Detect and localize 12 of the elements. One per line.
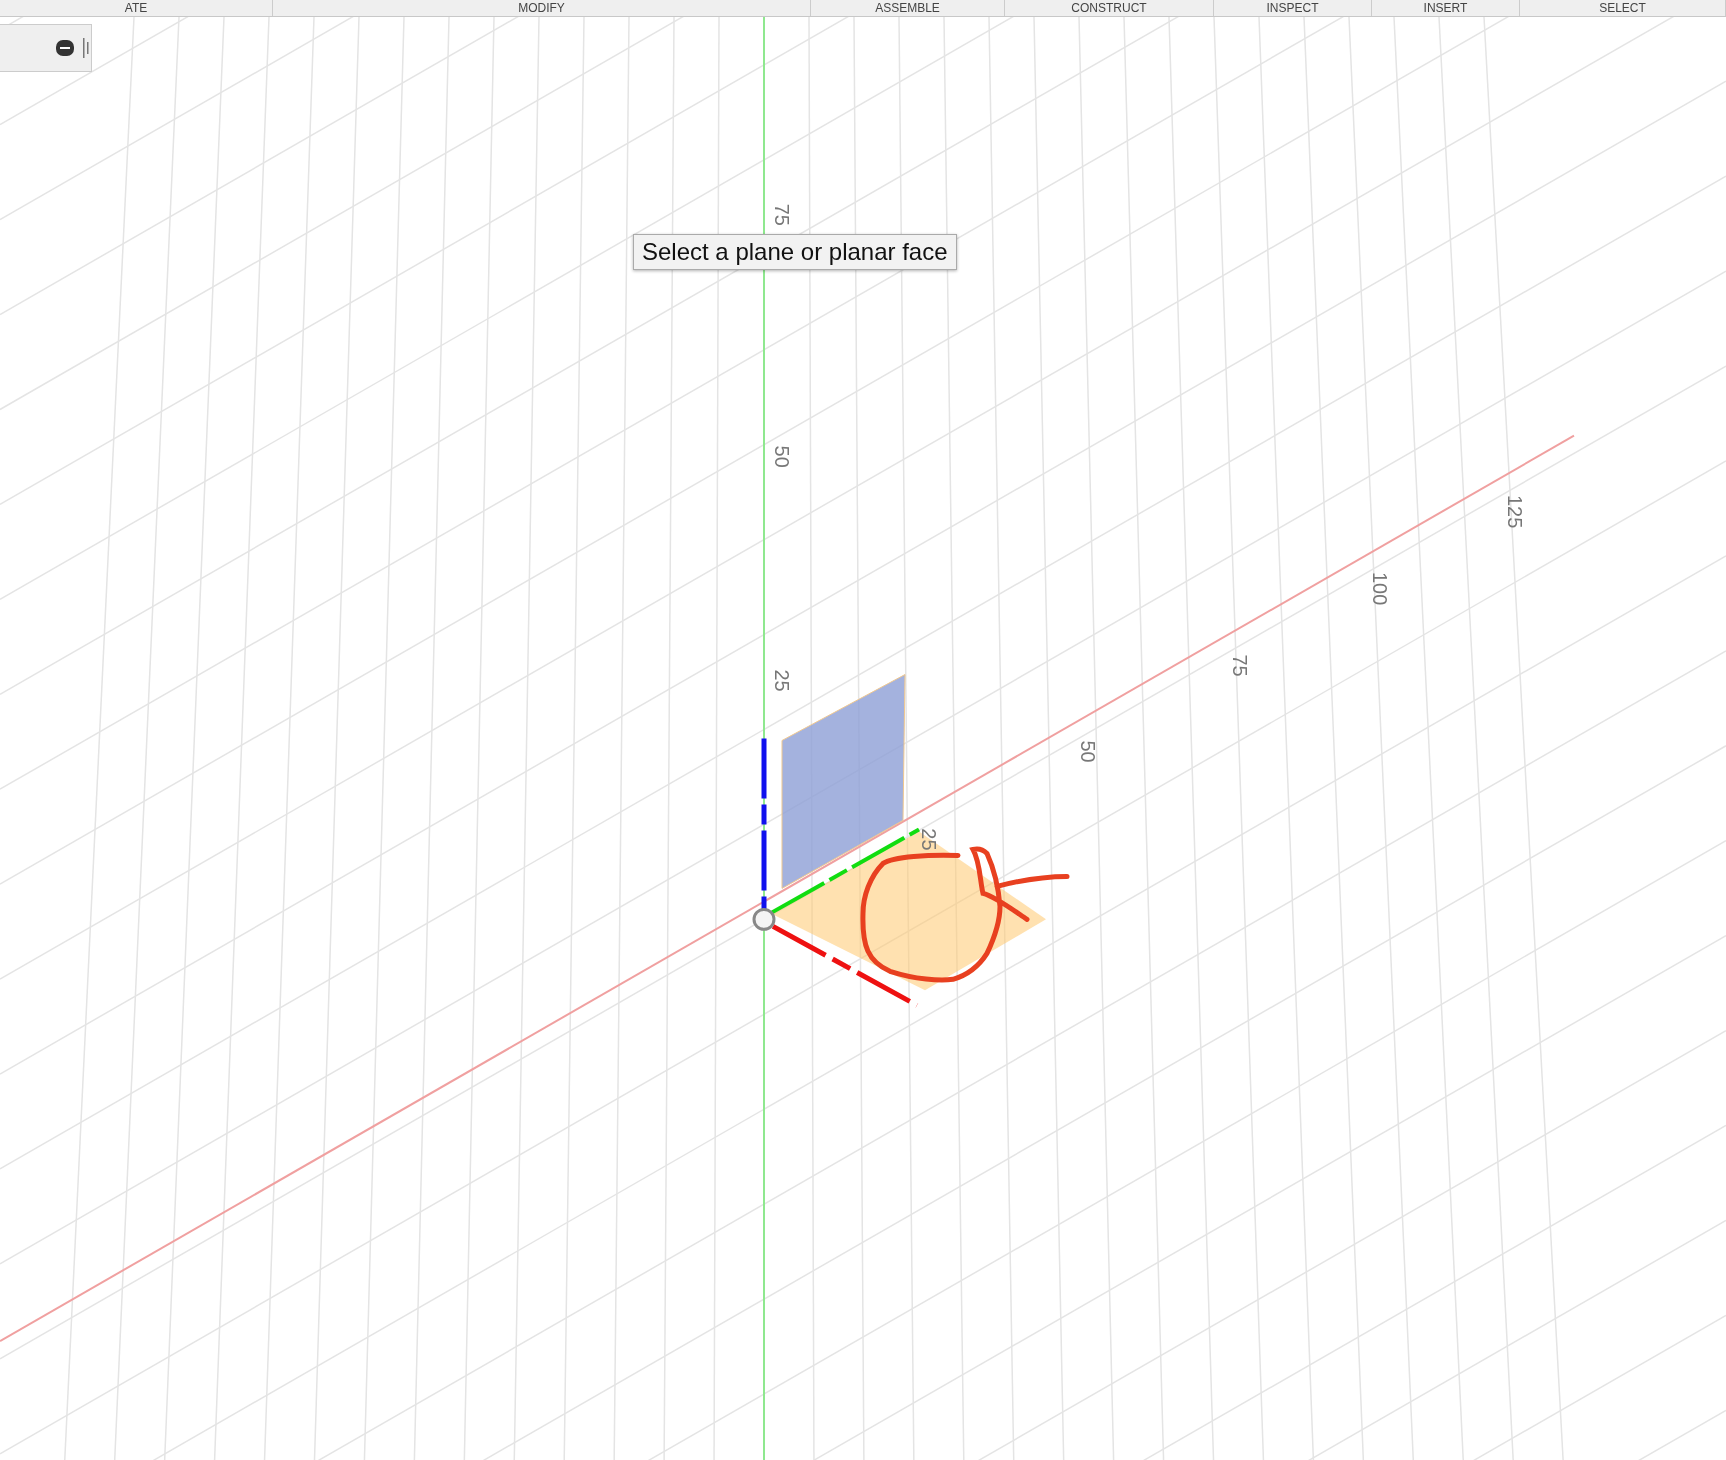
- axis-label: 75: [771, 203, 793, 226]
- axis-label: 25: [771, 669, 793, 692]
- tooltip: Select a plane or planar face: [633, 234, 957, 270]
- axis-label: 25: [918, 828, 940, 851]
- grip-icon[interactable]: [83, 38, 89, 58]
- axis-label: 50: [771, 445, 793, 468]
- collapse-icon[interactable]: [55, 38, 75, 58]
- axis-label: 125: [1504, 495, 1526, 529]
- axis-label: 100: [1369, 571, 1391, 606]
- axis-label: 75: [1229, 654, 1251, 677]
- origin-point[interactable]: [752, 907, 776, 931]
- axis-label: 50: [1077, 740, 1099, 763]
